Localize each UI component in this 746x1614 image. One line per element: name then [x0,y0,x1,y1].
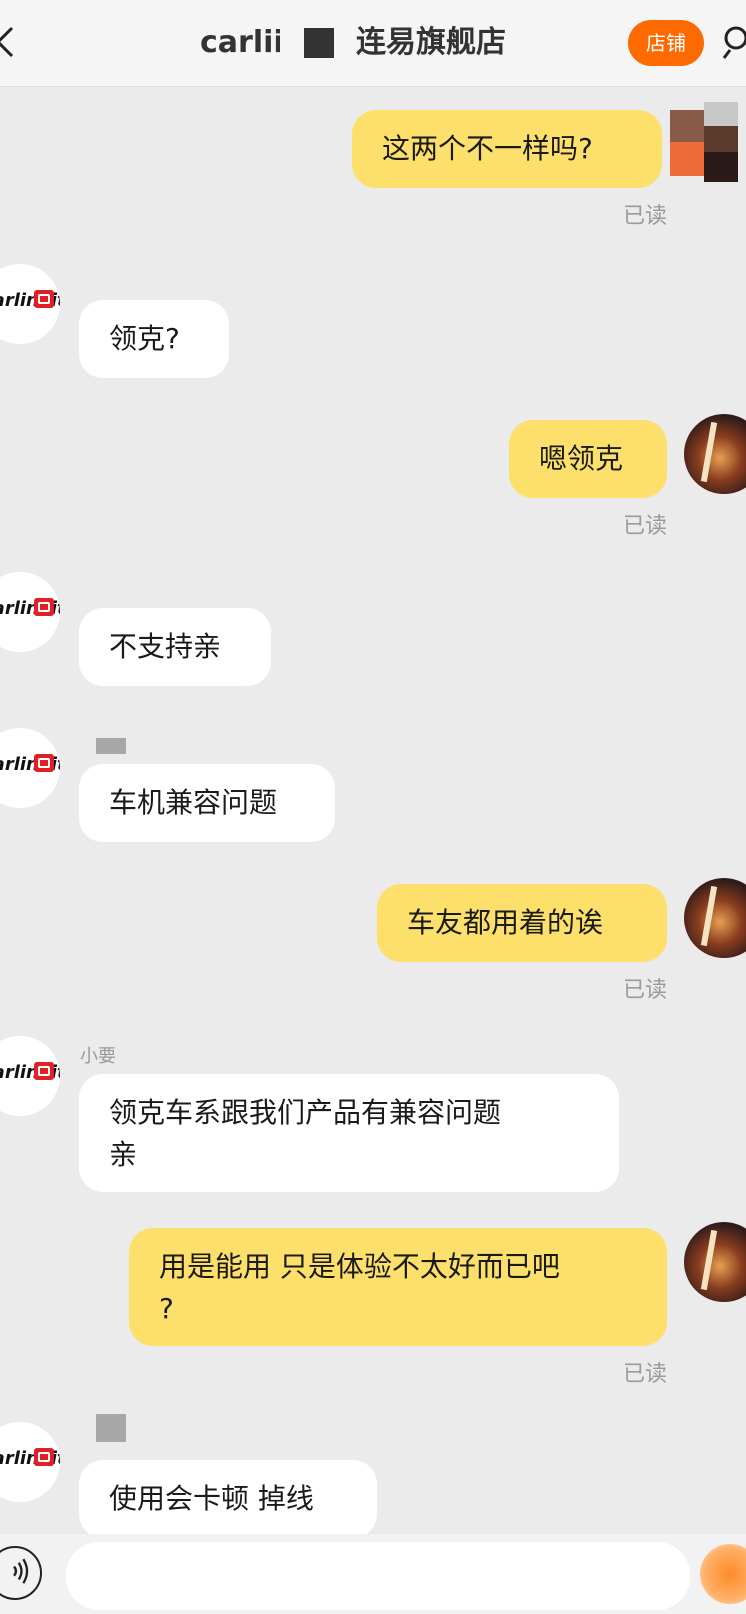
user-avatar[interactable] [684,1222,746,1302]
chat-header: carlii 连易旗舰店 店铺 [0,0,746,87]
emoji-icon[interactable] [700,1544,746,1604]
shop-logo-badge [34,754,54,772]
input-bar [0,1534,746,1614]
sender-name-mosaic [96,1414,126,1442]
message-bubble-incoming[interactable]: 领克车系跟我们产品有兼容问题 亲 [79,1074,619,1192]
message-bubble-incoming[interactable]: 使用会卡顿 掉线 [79,1460,377,1534]
message-bubble-outgoing[interactable]: 嗯领克 [509,420,667,498]
shop-title-part2: 连易旗舰店 [356,25,506,60]
message-bubble-outgoing[interactable]: 车友都用着的诶 [377,884,667,962]
voice-icon[interactable] [0,1546,42,1600]
shop-avatar[interactable]: carlinkit [0,572,60,652]
shop-avatar[interactable]: carlinkit [0,1422,60,1502]
user-avatar[interactable] [684,414,746,494]
read-status: 已读 [622,1362,667,1387]
user-avatar[interactable] [670,102,746,182]
message-bubble-outgoing[interactable]: 这两个不一样吗? [352,110,662,188]
search-icon[interactable] [722,22,746,62]
user-avatar[interactable] [684,878,746,958]
chat-area[interactable]: 这两个不一样吗? 已读 carlinkit 领克? 嗯领克 已读 carlink… [0,86,746,1534]
shop-avatar[interactable]: carlinkit [0,728,60,808]
shop-logo-badge [34,1448,54,1466]
shop-avatar[interactable]: carlinkit [0,264,60,344]
store-button[interactable]: 店铺 [628,20,704,66]
shop-avatar[interactable]: carlinkit [0,1036,60,1116]
message-bubble-outgoing[interactable]: 用是能用 只是体验不太好而已吧 ? [129,1228,667,1346]
message-input[interactable] [66,1542,690,1610]
message-bubble-incoming[interactable]: 领克? [79,300,229,378]
read-status: 已读 [622,514,667,539]
shop-logo-badge [34,598,54,616]
message-bubble-incoming[interactable]: 车机兼容问题 [79,764,335,842]
title-mosaic [304,28,334,58]
sender-name: 小要 [80,1046,116,1067]
back-icon[interactable] [0,22,20,62]
message-bubble-incoming[interactable]: 不支持亲 [79,608,271,686]
sender-name-mosaic [96,738,126,754]
shop-logo-badge [34,290,54,308]
shop-title-part1: carlii [200,25,280,60]
read-status: 已读 [622,978,667,1003]
read-status: 已读 [622,204,667,229]
shop-logo-badge [34,1062,54,1080]
shop-title: carlii 连易旗舰店 [200,20,506,66]
